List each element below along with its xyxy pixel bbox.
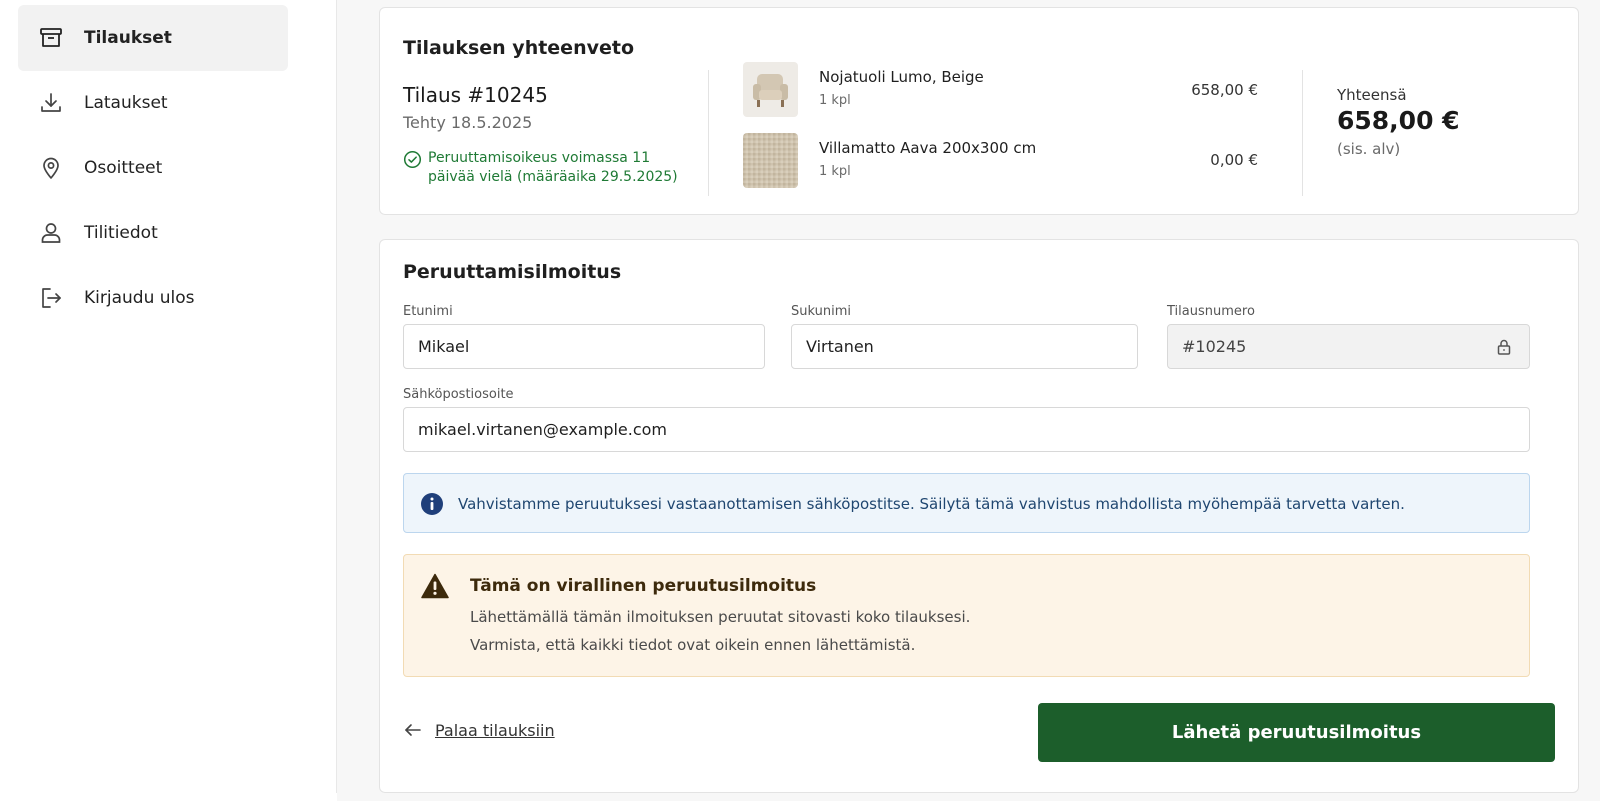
- product-name: Nojatuoli Lumo, Beige: [819, 68, 984, 86]
- total-amount: 658,00 €: [1337, 106, 1460, 135]
- product-quantity: 1 kpl: [819, 93, 851, 108]
- lock-icon: [1495, 338, 1513, 356]
- total-label: Yhteensä: [1337, 86, 1407, 104]
- archive-box-icon: [38, 25, 64, 51]
- product-price: 658,00 €: [1191, 81, 1258, 99]
- main-content: Tilauksen yhteenveto Tilaus #10245 Tehty…: [337, 0, 1600, 801]
- info-callout: Vahvistamme peruutuksesi vastaanottamise…: [403, 473, 1530, 533]
- withdrawal-status: Peruuttamisoikeus voimassa 11 päivää vie…: [403, 149, 693, 187]
- user-icon: [38, 220, 64, 246]
- sidebar: Tilaukset Lataukset Osoitteet Tilitiedot…: [0, 0, 337, 793]
- order-summary-title: Tilauksen yhteenveto: [403, 37, 635, 59]
- sidebar-item-label: Kirjaudu ulos: [84, 288, 195, 308]
- order-number-label: Tilausnumero: [1167, 304, 1255, 319]
- back-to-orders-link[interactable]: Palaa tilauksiin: [403, 720, 555, 740]
- back-link-label: Palaa tilauksiin: [435, 720, 555, 740]
- warning-title: Tämä on virallinen peruutusilmoitus: [470, 576, 817, 596]
- map-pin-icon: [38, 155, 64, 181]
- sidebar-item-label: Tilaukset: [84, 28, 172, 48]
- first-name-field[interactable]: Mikael: [403, 324, 765, 369]
- divider: [708, 70, 709, 196]
- sidebar-item-label: Osoitteet: [84, 158, 163, 178]
- info-icon: [420, 492, 444, 516]
- sidebar-item-downloads[interactable]: Lataukset: [18, 70, 288, 136]
- sidebar-item-label: Tilitiedot: [84, 223, 158, 243]
- order-number-value: #10245: [1182, 337, 1247, 356]
- email-label: Sähköpostiosoite: [403, 387, 514, 402]
- info-text: Vahvistamme peruutuksesi vastaanottamise…: [458, 495, 1405, 513]
- email-value: mikael.virtanen@example.com: [418, 420, 668, 439]
- warning-triangle-icon: [421, 573, 449, 599]
- armchair-thumbnail: [743, 62, 798, 117]
- first-name-value: Mikael: [418, 337, 470, 356]
- product-name: Villamatto Aava 200x300 cm: [819, 139, 1037, 157]
- sidebar-item-label: Lataukset: [84, 93, 168, 113]
- warning-line: Lähettämällä tämän ilmoituksen peruutat …: [470, 608, 971, 626]
- withdrawal-status-text: Peruuttamisoikeus voimassa 11 päivää vie…: [428, 150, 678, 185]
- product-price: 0,00 €: [1210, 151, 1258, 169]
- sidebar-item-account[interactable]: Tilitiedot: [18, 200, 288, 266]
- sidebar-item-orders[interactable]: Tilaukset: [18, 5, 288, 71]
- form-title: Peruuttamisilmoitus: [403, 261, 622, 283]
- withdrawal-notice-form: Peruuttamisilmoitus Etunimi Mikael Sukun…: [379, 239, 1579, 793]
- order-date: Tehty 18.5.2025: [403, 113, 533, 132]
- first-name-label: Etunimi: [403, 304, 453, 319]
- divider: [1302, 70, 1303, 196]
- sidebar-item-logout[interactable]: Kirjaudu ulos: [18, 265, 288, 331]
- sidebar-item-addresses[interactable]: Osoitteet: [18, 135, 288, 201]
- email-field[interactable]: mikael.virtanen@example.com: [403, 407, 1530, 452]
- submit-withdrawal-button[interactable]: Lähetä peruutusilmoitus: [1038, 703, 1555, 762]
- last-name-field[interactable]: Virtanen: [791, 324, 1138, 369]
- download-icon: [38, 90, 64, 116]
- logout-icon: [38, 285, 64, 311]
- order-summary-card: Tilauksen yhteenveto Tilaus #10245 Tehty…: [379, 7, 1579, 215]
- order-number-field: #10245: [1167, 324, 1530, 369]
- order-number: Tilaus #10245: [403, 83, 548, 107]
- product-quantity: 1 kpl: [819, 164, 851, 179]
- warning-line: Varmista, että kaikki tiedot ovat oikein…: [470, 636, 916, 654]
- total-vat-note: (sis. alv): [1337, 140, 1401, 158]
- warning-callout: Tämä on virallinen peruutusilmoitus Lähe…: [403, 554, 1530, 677]
- rug-thumbnail: [743, 133, 798, 188]
- check-circle-icon: [403, 150, 422, 169]
- arrow-left-icon: [403, 720, 423, 740]
- last-name-value: Virtanen: [806, 337, 874, 356]
- last-name-label: Sukunimi: [791, 304, 851, 319]
